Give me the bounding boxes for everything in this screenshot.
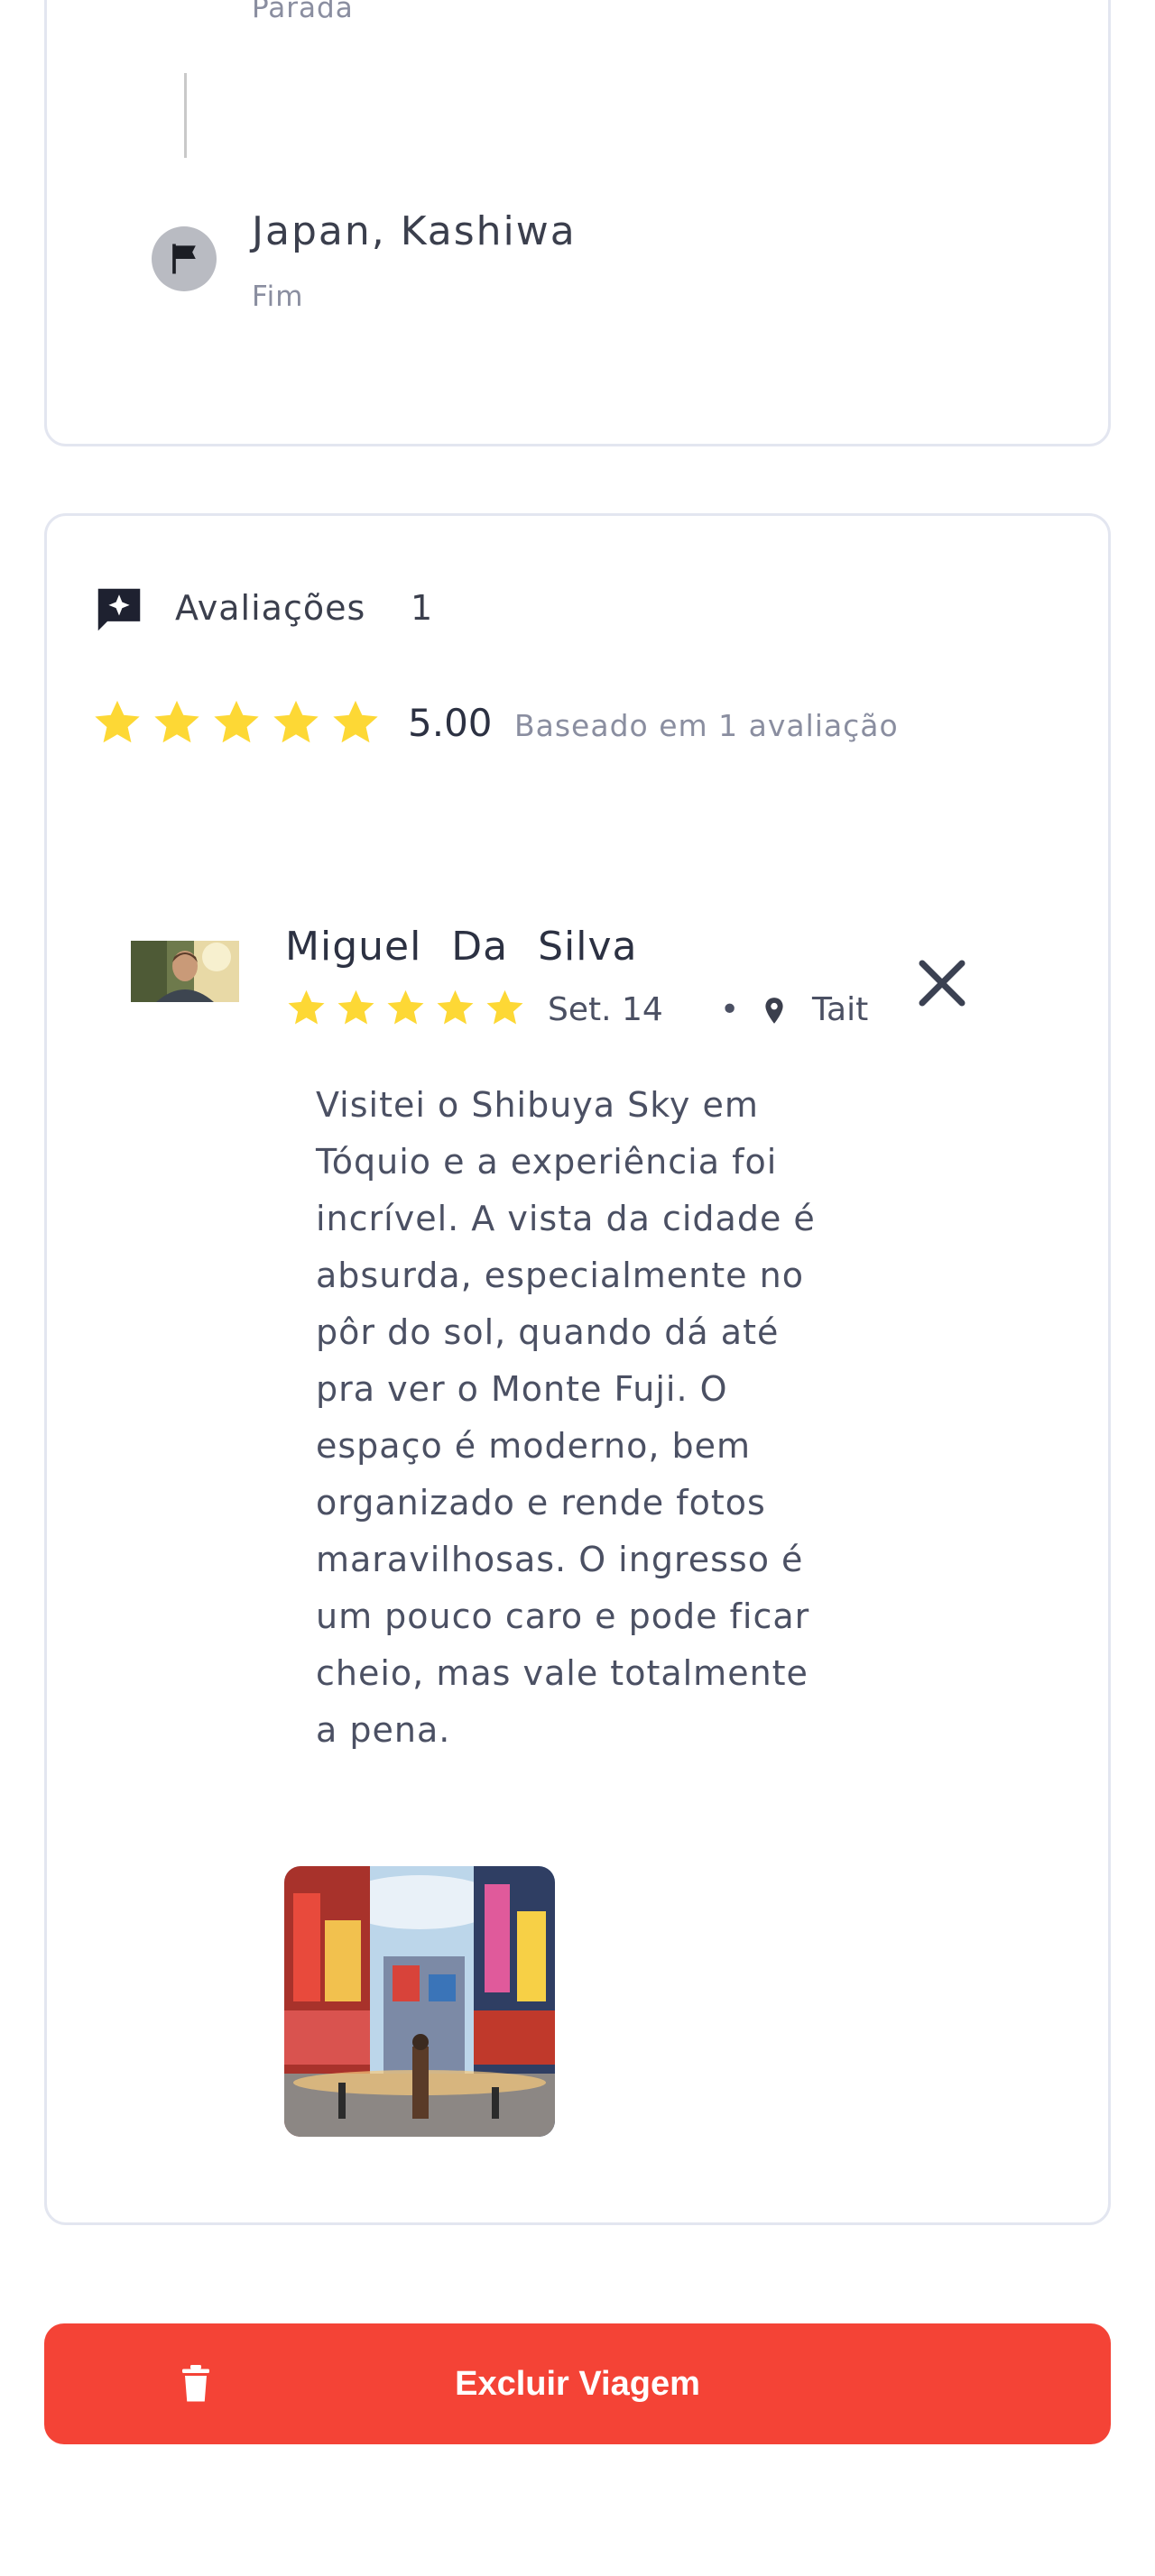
end-stop-type: Fim (252, 281, 304, 313)
star-icon (437, 989, 474, 1025)
star-icon (486, 989, 523, 1025)
end-stop-name: Japan, Kashiwa (252, 208, 577, 254)
reviews-count: 1 (411, 588, 433, 628)
flag-icon (152, 226, 217, 291)
reviewer-name: Miguel Da Silva (285, 924, 638, 970)
location-pin-icon (762, 997, 786, 1029)
review-location: Tait (812, 991, 869, 1028)
star-icon (337, 989, 374, 1025)
avatar (131, 941, 239, 1002)
review-text: Visitei o Shibuya Sky em Tóquio e a expe… (316, 1085, 816, 1750)
star-icon (214, 700, 259, 743)
reviews-card: Avaliações 1 5.00 Baseado em 1 avaliação… (44, 513, 1111, 2225)
reviews-title: Avaliações (175, 588, 366, 628)
review-date: Set. 14 (548, 991, 663, 1028)
meta-separator: • (720, 991, 740, 1028)
star-icon (288, 989, 325, 1025)
delete-trip-button[interactable]: Excluir Viagem (44, 2323, 1111, 2444)
star-icon (387, 989, 424, 1025)
average-rating: 5.00 (408, 701, 493, 745)
review-sparkle-icon (91, 582, 147, 641)
route-connector-line (184, 73, 187, 158)
summary-rating-stars (91, 696, 382, 749)
star-icon (95, 700, 140, 743)
star-icon (333, 700, 378, 743)
delete-trip-label: Excluir Viagem (455, 2365, 700, 2403)
close-icon[interactable] (910, 951, 975, 1016)
star-icon (273, 700, 319, 743)
star-icon (154, 700, 199, 743)
review-photo[interactable] (284, 1866, 555, 2137)
review-rating-stars (285, 987, 526, 1029)
previous-stop-type: Parada (252, 0, 354, 24)
rating-caption: Baseado em 1 avaliação (514, 708, 899, 743)
route-card: Parada Japan, Kashiwa Fim (44, 0, 1111, 446)
